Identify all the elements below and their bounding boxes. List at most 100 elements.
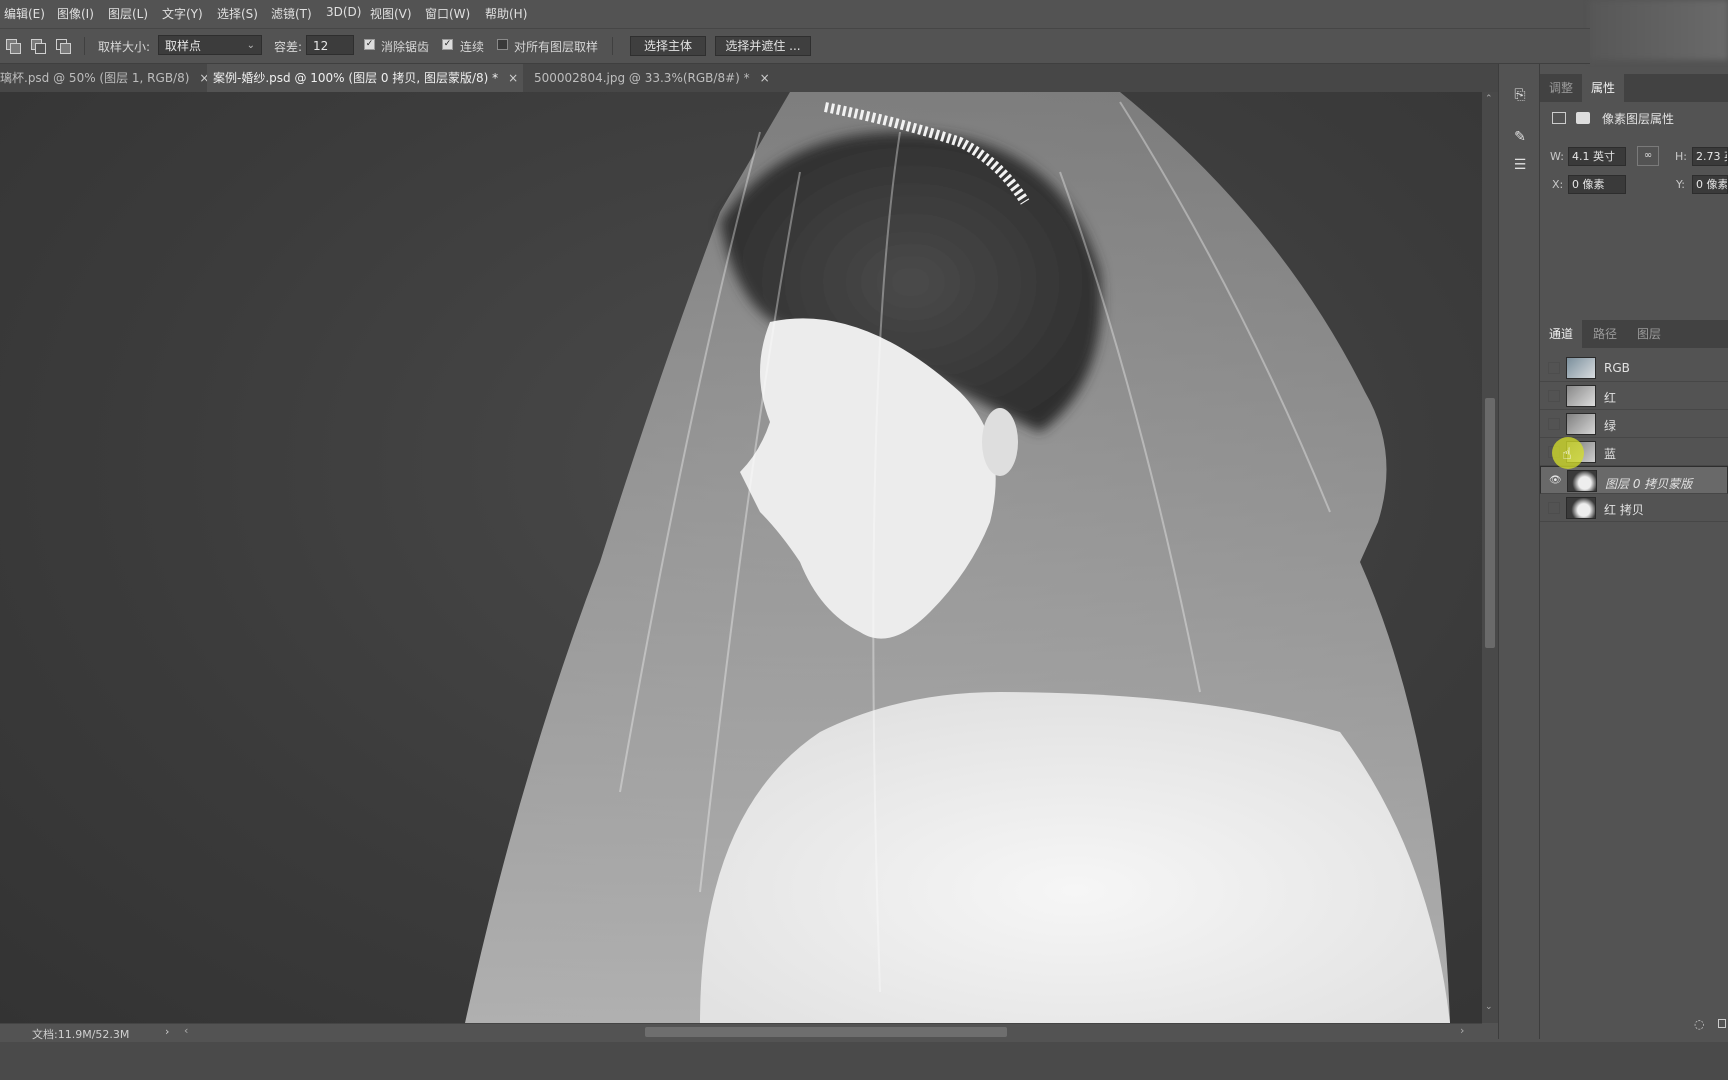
tab-label: 璃杯.psd @ 50% (图层 1, RGB/8): [0, 71, 190, 85]
x-field[interactable]: 0 像素: [1568, 175, 1626, 194]
x-label: X:: [1552, 178, 1564, 191]
new-selection-icon[interactable]: [6, 39, 21, 54]
scroll-left-icon[interactable]: ‹: [184, 1024, 188, 1037]
channels-panel: 通道 路径 图层 RGB 红 绿 蓝 👁 图层 0 拷贝蒙版 红 拷贝 ◌: [1540, 320, 1728, 1039]
contiguous-checkbox[interactable]: ✓: [442, 39, 453, 50]
antialias-label: 消除锯齿: [381, 40, 430, 54]
menu-bar: 编辑(E) 图像(I) 图层(L) 文字(Y) 选择(S) 滤镜(T) 3D(D…: [0, 0, 1728, 26]
close-icon[interactable]: ×: [760, 71, 770, 85]
sample-size-select[interactable]: 取样点 ⌄: [158, 35, 262, 55]
tab-layers[interactable]: 图层: [1628, 320, 1670, 348]
blurred-corner: [1590, 0, 1728, 60]
channel-thumbnail: [1567, 470, 1597, 492]
select-and-mask-button[interactable]: 选择并遮住 ...: [715, 36, 811, 56]
panel-icon-strip: ⎘ ✎ ☰: [1498, 64, 1540, 1039]
contiguous-label: 连续: [460, 40, 485, 54]
close-icon[interactable]: ×: [508, 71, 518, 85]
menu-image[interactable]: 图像(I): [57, 5, 94, 22]
sample-size-value: 取样点: [165, 39, 202, 53]
tab-label: 案例-婚纱.psd @ 100% (图层 0 拷贝, 图层蒙版/8) *: [213, 71, 499, 85]
channel-row-rgb[interactable]: RGB: [1540, 354, 1728, 382]
menu-help[interactable]: 帮助(H): [485, 5, 527, 22]
channel-thumbnail: [1566, 385, 1596, 407]
tab-channels[interactable]: 通道: [1540, 320, 1583, 348]
bottom-area: [0, 1042, 1728, 1080]
scroll-down-icon[interactable]: ⌄: [1485, 1002, 1493, 1012]
history-icon[interactable]: ⎘: [1511, 86, 1529, 104]
menu-edit[interactable]: 编辑(E): [4, 5, 45, 22]
width-label: W:: [1550, 150, 1564, 163]
horizontal-scrollbar[interactable]: ‹ ›: [180, 1024, 1470, 1039]
pixel-layer-icon: [1552, 112, 1566, 124]
hand-cursor-icon: ☝: [1562, 444, 1572, 463]
height-label: H:: [1675, 150, 1687, 163]
document-tab-bar: 璃杯.psd @ 50% (图层 1, RGB/8) × 案例-婚纱.psd @ …: [0, 64, 1498, 93]
all-layers-checkbox[interactable]: [497, 39, 508, 50]
add-selection-icon[interactable]: [31, 39, 46, 54]
sample-size-label: 取样大小:: [98, 40, 151, 54]
visibility-toggle[interactable]: [1548, 390, 1560, 402]
channel-label: 绿: [1604, 419, 1617, 433]
tab-properties[interactable]: 属性: [1582, 74, 1625, 102]
y-label: Y:: [1676, 178, 1685, 191]
visibility-toggle[interactable]: [1548, 418, 1560, 430]
document-canvas[interactable]: [0, 92, 1482, 1023]
tolerance-label: 容差:: [274, 40, 303, 54]
visibility-toggle[interactable]: [1548, 362, 1560, 374]
eye-icon[interactable]: 👁: [1549, 475, 1562, 487]
intersect-selection-icon[interactable]: [56, 39, 71, 54]
vertical-scrollbar[interactable]: ⌃ ⌄: [1482, 92, 1498, 1023]
tolerance-input[interactable]: 12: [306, 35, 354, 55]
properties-title: 像素图层属性: [1602, 112, 1675, 126]
tab-jpg[interactable]: 500002804.jpg @ 33.3%(RGB/8#) * ×: [528, 64, 770, 92]
all-layers-label: 对所有图层取样: [514, 40, 599, 54]
channel-row-green[interactable]: 绿: [1540, 410, 1728, 438]
menu-type[interactable]: 文字(Y): [162, 5, 203, 22]
link-icon[interactable]: ∞: [1637, 146, 1659, 166]
mask-icon: [1576, 112, 1590, 124]
scroll-up-icon[interactable]: ⌃: [1485, 94, 1493, 104]
tab-adjustments[interactable]: 调整: [1540, 74, 1582, 102]
channel-label: 图层 0 拷贝蒙版: [1605, 477, 1693, 491]
channel-label: 蓝: [1604, 447, 1617, 461]
menu-3d[interactable]: 3D(D): [326, 5, 361, 19]
antialias-checkbox[interactable]: ✓: [364, 39, 375, 50]
adjustments-icon[interactable]: ☰: [1511, 156, 1529, 174]
tab-label: 500002804.jpg @ 33.3%(RGB/8#) *: [534, 71, 750, 85]
divider: [612, 37, 613, 55]
tab-paths[interactable]: 路径: [1584, 320, 1626, 348]
menu-filter[interactable]: 滤镜(T): [271, 5, 312, 22]
y-field[interactable]: 0 像素: [1692, 175, 1728, 194]
visibility-toggle[interactable]: [1548, 502, 1560, 514]
width-field[interactable]: 4.1 英寸: [1568, 147, 1626, 166]
document-size: 文档:11.9M/52.3M: [32, 1028, 130, 1041]
tab-wedding-psd[interactable]: 案例-婚纱.psd @ 100% (图层 0 拷贝, 图层蒙版/8) * ×: [207, 64, 523, 92]
menu-layer[interactable]: 图层(L): [108, 5, 148, 22]
select-subject-button[interactable]: 选择主体: [630, 36, 706, 56]
properties-tabs: 调整 属性: [1540, 74, 1728, 102]
channels-tabs: 通道 路径 图层: [1540, 320, 1728, 348]
vertical-scroll-thumb[interactable]: [1485, 398, 1495, 648]
horizontal-scroll-thumb[interactable]: [645, 1027, 1007, 1037]
channel-thumbnail: [1566, 357, 1596, 379]
status-menu-arrow-icon[interactable]: ›: [165, 1025, 169, 1038]
load-selection-icon[interactable]: ◌: [1694, 1017, 1704, 1031]
menu-view[interactable]: 视图(V): [370, 5, 412, 22]
brush-icon[interactable]: ✎: [1511, 128, 1529, 146]
scroll-right-icon[interactable]: ›: [1460, 1024, 1464, 1037]
channel-row-red[interactable]: 红: [1540, 382, 1728, 410]
channel-label: 红 拷贝: [1604, 503, 1644, 517]
save-selection-icon[interactable]: [1718, 1019, 1726, 1028]
channel-row-red-copy[interactable]: 红 拷贝: [1540, 494, 1728, 522]
bride-veil-image: [465, 92, 1450, 1023]
channel-row-layer-mask[interactable]: 👁 图层 0 拷贝蒙版: [1540, 466, 1728, 494]
chevron-down-icon: ⌄: [246, 40, 255, 51]
menu-select[interactable]: 选择(S): [217, 5, 258, 22]
divider: [84, 37, 85, 55]
tab-glass-psd[interactable]: 璃杯.psd @ 50% (图层 1, RGB/8) ×: [0, 64, 209, 92]
height-field[interactable]: 2.73 英: [1692, 147, 1728, 166]
channel-thumbnail: [1566, 497, 1596, 519]
options-bar: 取样大小: 取样点 ⌄ 容差: 12 ✓ 消除锯齿 ✓ 连续 对所有图层取样 选…: [0, 28, 1590, 64]
channel-thumbnail: [1566, 413, 1596, 435]
menu-window[interactable]: 窗口(W): [425, 5, 470, 22]
